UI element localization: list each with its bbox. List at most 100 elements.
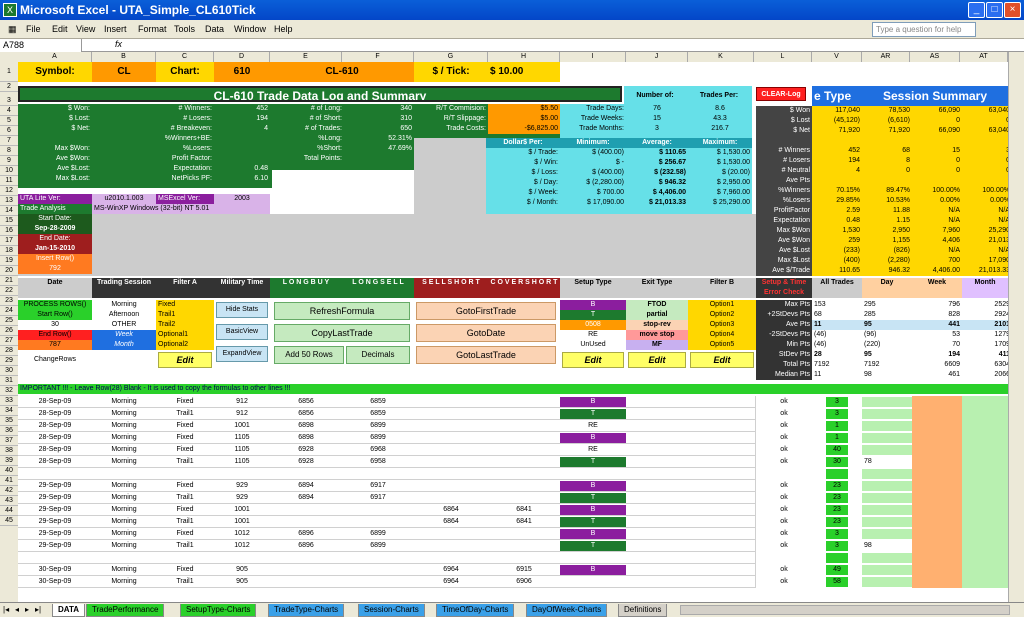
col-header[interactable]: AR <box>862 52 910 62</box>
maximize-button[interactable]: □ <box>986 2 1003 18</box>
tab-setuptype-charts[interactable]: SetupType-Charts <box>180 604 257 617</box>
tab-timeofday-charts[interactable]: TimeOfDay-Charts <box>436 604 515 617</box>
row-header[interactable]: 21 <box>0 276 18 286</box>
row-header[interactable]: 40 <box>0 466 18 476</box>
row-header[interactable]: 30 <box>0 366 18 376</box>
row-header[interactable]: 32 <box>0 386 18 396</box>
control-cell[interactable]: End Row() <box>18 330 92 340</box>
row-header[interactable]: 29 <box>0 356 18 366</box>
row-header[interactable]: 36 <box>0 426 18 436</box>
tab-nav-next-icon[interactable]: ▸ <box>25 605 29 614</box>
tab-definitions[interactable]: Definitions <box>618 604 668 617</box>
menu-tools[interactable]: Tools <box>174 24 195 34</box>
hide-stats-button[interactable]: Hide Stats <box>216 302 268 318</box>
tab-dayofweek-charts[interactable]: DayOfWeek-Charts <box>526 604 608 617</box>
insert-row-button[interactable]: Insert Row() <box>18 254 92 264</box>
row-header[interactable]: 19 <box>0 256 18 266</box>
clear-log-button[interactable]: CLEAR-Log <box>756 87 806 101</box>
row-header[interactable]: 27 <box>0 336 18 346</box>
menu-file[interactable]: File <box>26 24 41 34</box>
row-header[interactable]: 38 <box>0 446 18 456</box>
row-header[interactable]: 44 <box>0 506 18 516</box>
fx-icon[interactable]: fx <box>115 39 122 49</box>
row-header[interactable]: 28 <box>0 346 18 356</box>
cost-value[interactable]: -$6,825.00 <box>488 124 560 134</box>
col-header[interactable]: B <box>92 52 156 62</box>
menu-edit[interactable]: Edit <box>52 24 68 34</box>
help-search-input[interactable]: Type a question for help <box>872 22 976 37</box>
col-header[interactable]: E <box>270 52 342 62</box>
row-header[interactable]: 11 <box>0 176 18 186</box>
row-header[interactable]: 17 <box>0 236 18 246</box>
row-header[interactable]: 41 <box>0 476 18 486</box>
expand-view-button[interactable]: ExpandView <box>216 346 268 362</box>
row-header[interactable]: 39 <box>0 456 18 466</box>
col-header[interactable]: L <box>754 52 812 62</box>
row-header[interactable]: 16 <box>0 226 18 236</box>
col-header[interactable]: AT <box>960 52 1008 62</box>
row-header[interactable]: 18 <box>0 246 18 256</box>
symbol-value[interactable]: CL <box>92 62 156 82</box>
col-header[interactable]: G <box>414 52 488 62</box>
edit-filter-b-button[interactable]: Edit <box>690 352 754 368</box>
row-header[interactable]: 35 <box>0 416 18 426</box>
row-header[interactable]: 13 <box>0 196 18 206</box>
row-header[interactable]: 9 <box>0 156 18 166</box>
menu-icon[interactable]: ▦ <box>8 24 17 35</box>
row-header[interactable]: 24 <box>0 306 18 316</box>
menu-insert[interactable]: Insert <box>104 24 127 34</box>
menu-help[interactable]: Help <box>274 24 293 34</box>
tab-session-charts[interactable]: Session-Charts <box>358 604 425 617</box>
row-header[interactable]: 45 <box>0 516 18 526</box>
row-header[interactable]: 25 <box>0 316 18 326</box>
menu-format[interactable]: Format <box>138 24 167 34</box>
tab-nav-last-icon[interactable]: ▸| <box>35 605 41 614</box>
goto-first-trade-button[interactable]: GotoFirstTrade <box>416 302 556 320</box>
copy-last-trade-button[interactable]: CopyLastTrade <box>274 324 410 342</box>
chart-value[interactable]: 610 <box>214 62 270 82</box>
cost-value[interactable]: $5.00 <box>488 114 560 124</box>
row-header[interactable]: 1 <box>0 62 18 82</box>
tab-tradetype-charts[interactable]: TradeType-Charts <box>268 604 345 617</box>
row-header[interactable]: 26 <box>0 326 18 336</box>
row-header[interactable]: 7 <box>0 136 18 146</box>
tab-tradeperformance[interactable]: TradePerformance <box>86 604 165 617</box>
col-header[interactable]: J <box>626 52 688 62</box>
end-date-value[interactable]: Jan-15-2010 <box>18 244 92 254</box>
col-header[interactable]: D <box>214 52 270 62</box>
worksheet-grid[interactable]: Symbol: CL Chart: 610 CL-610 $ / Tick: $… <box>18 62 1008 602</box>
tab-data[interactable]: DATA <box>52 604 86 617</box>
row-header[interactable]: 6 <box>0 126 18 136</box>
control-cell[interactable]: PROCESS ROWS() <box>18 300 92 310</box>
close-button[interactable]: × <box>1004 2 1021 18</box>
goto-last-trade-button[interactable]: GotoLastTrade <box>416 346 556 364</box>
row-header[interactable]: 42 <box>0 486 18 496</box>
control-cell[interactable]: Start Row() <box>18 310 92 320</box>
row-header[interactable]: 43 <box>0 496 18 506</box>
horizontal-scrollbar[interactable] <box>680 605 1010 615</box>
col-header[interactable]: V <box>812 52 862 62</box>
tick-value[interactable]: $ 10.00 <box>488 62 560 82</box>
row-header[interactable]: 20 <box>0 266 18 276</box>
col-header[interactable]: AS <box>910 52 960 62</box>
cost-value[interactable]: $5.50 <box>488 104 560 114</box>
refresh-formula-button[interactable]: RefreshFormula <box>274 302 410 320</box>
row-header[interactable]: 2 <box>0 82 18 92</box>
name-box[interactable]: A788 <box>0 39 82 52</box>
row-header[interactable]: 33 <box>0 396 18 406</box>
formula-bar[interactable] <box>0 39 1024 52</box>
tab-nav-prev-icon[interactable]: ◂ <box>15 605 19 614</box>
minimize-button[interactable]: _ <box>968 2 985 18</box>
row-header[interactable]: 3 <box>0 96 18 106</box>
edit-setup-button[interactable]: Edit <box>562 352 624 368</box>
row-header[interactable]: 34 <box>0 406 18 416</box>
row-header[interactable]: 31 <box>0 376 18 386</box>
col-header[interactable]: F <box>342 52 414 62</box>
menu-data[interactable]: Data <box>205 24 224 34</box>
basic-view-button[interactable]: BasicView <box>216 324 268 340</box>
edit-exit-button[interactable]: Edit <box>628 352 686 368</box>
control-cell[interactable]: ChangeRows <box>18 350 92 370</box>
col-header[interactable]: H <box>488 52 560 62</box>
row-header[interactable]: 23 <box>0 296 18 306</box>
col-header[interactable]: A <box>18 52 92 62</box>
